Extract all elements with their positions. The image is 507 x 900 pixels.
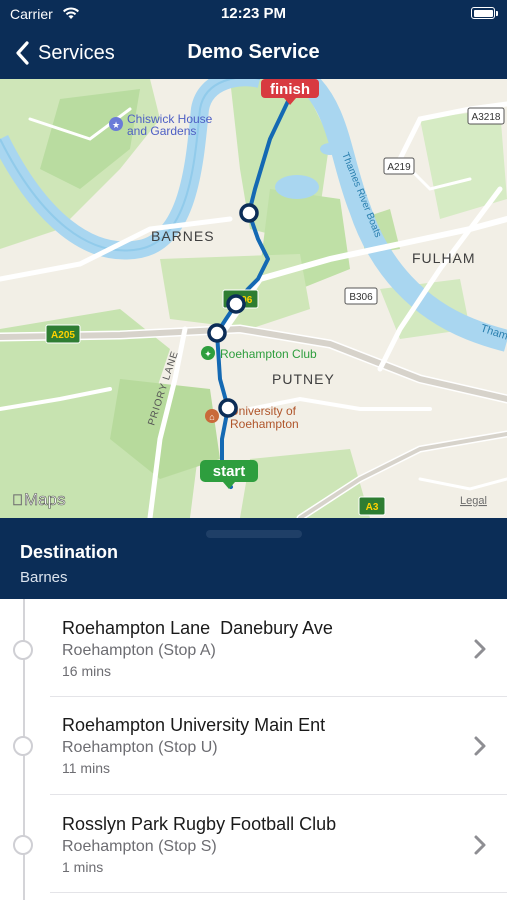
navigation-bar: Services Demo Service <box>0 28 507 79</box>
poi-chiswick-label-2: and Gardens <box>127 124 196 138</box>
poi-university-label-2: Roehampton <box>230 417 299 431</box>
road-shield-a205: A205 <box>45 324 81 344</box>
stop-name: Roehampton Lane Danebury Ave <box>62 618 333 638</box>
road-shield-b306: B306 <box>344 287 378 305</box>
chevron-right-icon <box>474 639 486 659</box>
destination-label: Destination <box>20 542 119 562</box>
place-label-putney: PUTNEY <box>272 371 335 387</box>
page-title: Demo Service <box>187 41 320 63</box>
battery-icon <box>471 7 495 19</box>
road-shield-a3-label: A3 <box>366 502 379 513</box>
stop-area: Roehampton (Stop S) <box>62 838 217 855</box>
maps-attribution[interactable]:  Maps <box>12 490 66 510</box>
timeline-dot <box>13 835 33 855</box>
stops-list: Roehampton Lane Danebury Ave Roehampton … <box>0 599 507 900</box>
poi-roehampton-club-label: Roehampton Club <box>220 347 317 361</box>
timeline-dot <box>13 640 33 660</box>
timeline-dot <box>13 736 33 756</box>
clock: 12:23 PM <box>220 5 287 22</box>
road-shield-a205-label: A205 <box>51 330 75 341</box>
status-bar: Carrier 12:23 PM <box>0 0 507 28</box>
divider <box>50 891 507 893</box>
road-shield-a3218: A3218 <box>467 107 505 125</box>
chevron-right-icon <box>474 736 486 756</box>
road-shield-a219: A219 <box>383 157 415 175</box>
stop-area: Roehampton (Stop A) <box>62 642 216 659</box>
stop-marker[interactable] <box>207 323 227 343</box>
stop-marker[interactable] <box>218 398 238 418</box>
stop-name: Roehampton University Main Ent <box>62 715 326 735</box>
road-shield-a3: A3 <box>358 496 386 516</box>
battery-tip <box>496 11 498 16</box>
list-item[interactable]: Rosslyn Park Rugby Football Club Roehamp… <box>0 795 507 893</box>
stop-eta: 11 mins <box>62 760 110 776</box>
stop-area: Roehampton (Stop U) <box>62 739 218 756</box>
road-shield-a219-label: A219 <box>387 162 411 173</box>
list-item[interactable]: Roehampton University Main Ent Roehampto… <box>0 697 507 795</box>
road-shield-b306-label: B306 <box>349 292 373 303</box>
star-icon: ★ <box>112 120 120 130</box>
apple-icon:  <box>12 492 23 509</box>
poi-university-label-1: University of <box>230 404 297 418</box>
stop-name: Rosslyn Park Rugby Football Club <box>62 814 337 834</box>
stop-marker[interactable] <box>239 203 259 223</box>
stop-eta: 16 mins <box>62 663 112 679</box>
destination-panel: Destination Barnes <box>0 518 507 599</box>
stop-marker[interactable] <box>226 294 246 314</box>
stop-eta: 1 mins <box>62 859 104 875</box>
sheet-drag-handle[interactable] <box>206 530 302 538</box>
legal-link[interactable]: Legal <box>460 495 487 507</box>
sport-icon: ✦ <box>204 349 212 359</box>
destination-value: Barnes <box>20 569 68 586</box>
place-label-fulham: FULHAM <box>412 250 476 266</box>
route-map[interactable]: A3218 A219 B306 A205 306 A3 BARNES FULHA… <box>0 79 507 518</box>
list-item[interactable]: Roehampton Lane Danebury Ave Roehampton … <box>0 599 507 697</box>
chevron-right-icon <box>474 835 486 855</box>
place-label-barnes: BARNES <box>151 228 215 244</box>
finish-marker-label: finish <box>270 81 310 98</box>
road-shield-a3218-label: A3218 <box>472 112 501 123</box>
map-canvas[interactable]: A3218 A219 B306 A205 306 A3 BARNES FULHA… <box>0 79 507 518</box>
maps-logo: Maps <box>24 490 66 509</box>
start-marker-label: start <box>213 463 246 480</box>
school-icon: ⌂ <box>209 412 214 422</box>
